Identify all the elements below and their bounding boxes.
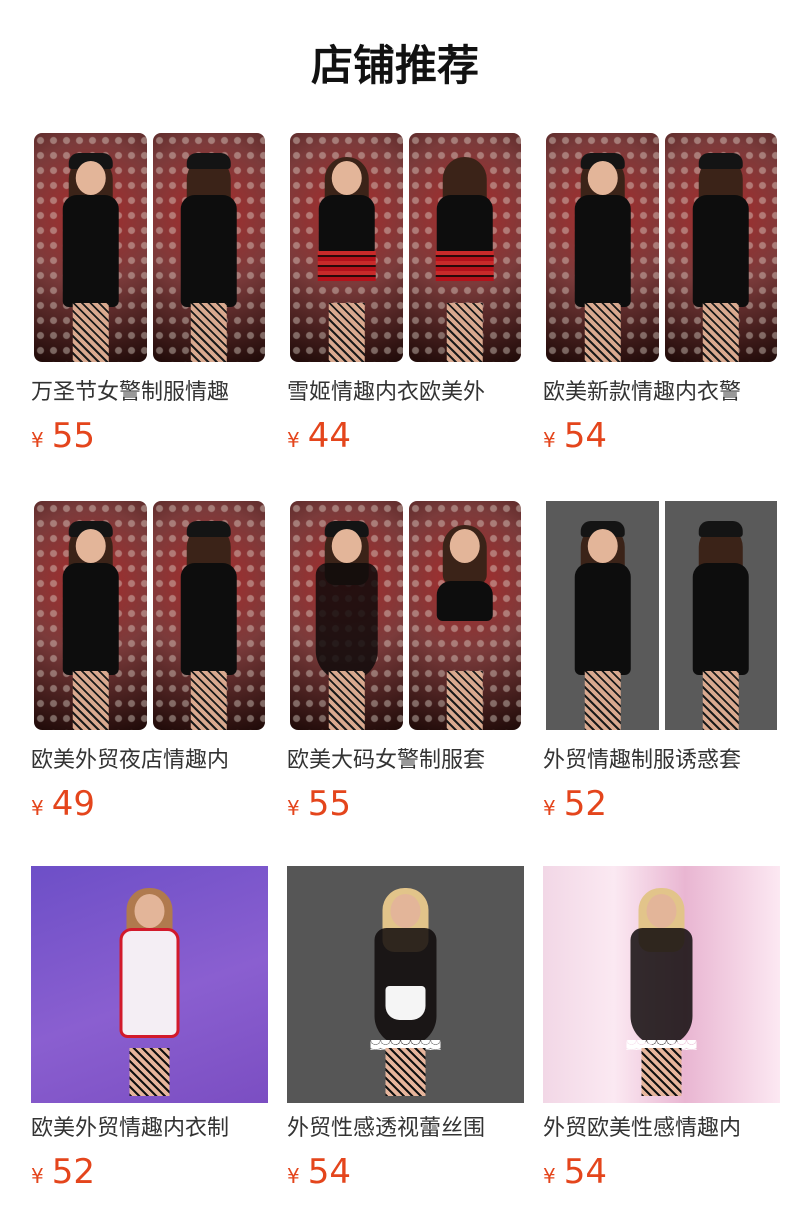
- product-card[interactable]: 万圣节女警制服情趣 ¥ 55: [31, 130, 268, 458]
- product-name[interactable]: 外贸情趣制服诱惑套: [543, 745, 780, 777]
- price-value: 54: [563, 1152, 607, 1192]
- product-name[interactable]: 欧美外贸情趣内衣制: [31, 1113, 268, 1145]
- product-card[interactable]: 外贸欧美性感情趣内 ¥ 54: [543, 866, 780, 1194]
- product-price: ¥ 52: [543, 782, 607, 826]
- price-value: 55: [51, 416, 95, 456]
- product-name[interactable]: 欧美新款情趣内衣警: [543, 377, 780, 409]
- product-price: ¥ 54: [543, 1150, 607, 1194]
- currency-symbol: ¥: [543, 1164, 556, 1188]
- product-name[interactable]: 外贸性感透视蕾丝围: [287, 1113, 524, 1145]
- currency-symbol: ¥: [543, 428, 556, 452]
- price-value: 54: [563, 416, 607, 456]
- product-card[interactable]: 外贸情趣制服诱惑套 ¥ 52: [543, 498, 780, 826]
- product-name[interactable]: 欧美大码女警制服套: [287, 745, 524, 777]
- price-value: 52: [563, 784, 607, 824]
- price-value: 52: [51, 1152, 95, 1192]
- product-image[interactable]: [287, 130, 524, 365]
- product-image[interactable]: [31, 866, 268, 1103]
- recommendation-page: 店铺推荐 万圣节女警制服情趣 ¥ 55 雪姬情趣内衣欧美外 ¥ 44 欧美新款情…: [0, 0, 790, 1232]
- page-title: 店铺推荐: [310, 41, 479, 90]
- product-name[interactable]: 外贸欧美性感情趣内: [543, 1113, 780, 1145]
- product-price: ¥ 54: [287, 1150, 351, 1194]
- product-image[interactable]: [31, 498, 268, 733]
- product-image[interactable]: [287, 866, 524, 1103]
- product-card[interactable]: 欧美外贸夜店情趣内 ¥ 49: [31, 498, 268, 826]
- product-image[interactable]: [543, 498, 780, 733]
- product-name[interactable]: 万圣节女警制服情趣: [31, 377, 268, 409]
- currency-symbol: ¥: [31, 1164, 44, 1188]
- currency-symbol: ¥: [287, 796, 300, 820]
- currency-symbol: ¥: [287, 428, 300, 452]
- product-image[interactable]: [287, 498, 524, 733]
- product-grid: 万圣节女警制服情趣 ¥ 55 雪姬情趣内衣欧美外 ¥ 44 欧美新款情趣内衣警 …: [31, 130, 783, 1194]
- product-price: ¥ 52: [31, 1150, 95, 1194]
- product-name[interactable]: 雪姬情趣内衣欧美外: [287, 377, 524, 409]
- product-card[interactable]: 外贸性感透视蕾丝围 ¥ 54: [287, 866, 524, 1194]
- price-value: 49: [51, 784, 95, 824]
- price-value: 44: [307, 416, 351, 456]
- product-name[interactable]: 欧美外贸夜店情趣内: [31, 745, 268, 777]
- product-price: ¥ 44: [287, 414, 351, 458]
- product-image[interactable]: [31, 130, 268, 365]
- product-card[interactable]: 欧美新款情趣内衣警 ¥ 54: [543, 130, 780, 458]
- product-price: ¥ 49: [31, 782, 95, 826]
- currency-symbol: ¥: [31, 796, 44, 820]
- product-image[interactable]: [543, 866, 780, 1103]
- product-card[interactable]: 欧美外贸情趣内衣制 ¥ 52: [31, 866, 268, 1194]
- product-price: ¥ 55: [287, 782, 351, 826]
- product-card[interactable]: 雪姬情趣内衣欧美外 ¥ 44: [287, 130, 524, 458]
- price-value: 54: [307, 1152, 351, 1192]
- currency-symbol: ¥: [543, 796, 556, 820]
- product-image[interactable]: [543, 130, 780, 365]
- product-price: ¥ 54: [543, 414, 607, 458]
- price-value: 55: [307, 784, 351, 824]
- product-card[interactable]: 欧美大码女警制服套 ¥ 55: [287, 498, 524, 826]
- currency-symbol: ¥: [31, 428, 44, 452]
- product-price: ¥ 55: [31, 414, 95, 458]
- currency-symbol: ¥: [287, 1164, 300, 1188]
